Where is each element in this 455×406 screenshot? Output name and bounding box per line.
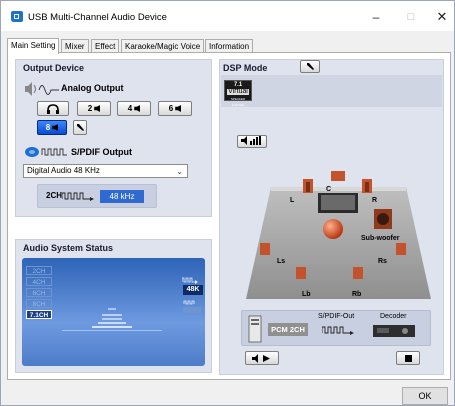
2ch-label: 2 (87, 104, 93, 113)
analog-output-icon (25, 82, 59, 96)
speaker-sub-label: Sub-woofer (361, 235, 400, 242)
app-icon (11, 11, 23, 22)
4ch-button[interactable]: 4 (117, 101, 151, 116)
speaker-icon (94, 105, 101, 112)
wrench-icon (76, 124, 84, 131)
decoder-label: Decoder (380, 313, 407, 320)
spdif-format-value: Digital Audio 48 KHz (27, 166, 100, 175)
freq-value: 48 kHz (100, 190, 144, 203)
2ch-button[interactable]: 2 (77, 101, 111, 116)
speaker-room-diagram (246, 171, 431, 299)
dsp-mode-title: DSP Mode (223, 63, 268, 73)
speaker-rb-label: Rb (352, 291, 362, 298)
sample-rate-badge: 48K (183, 285, 203, 295)
virtual-badge-line3: SPEAKER SHIFTER (230, 97, 246, 107)
mode-8ch: 8CH (26, 299, 52, 308)
decoder-icon (373, 325, 415, 337)
output-device-title: Output Device (23, 63, 85, 73)
spdif-format-select[interactable]: Digital Audio 48 KHz ⌄ (23, 164, 188, 178)
output-chain-display: PCM 2CH S/PDIF-Out Decoder (241, 310, 431, 346)
headphones-icon (47, 104, 59, 114)
4ch-label: 4 (127, 104, 133, 113)
ok-button[interactable]: OK (402, 387, 448, 405)
8ch-label: 8 (45, 123, 51, 132)
analog-output-label: Analog Output (61, 83, 124, 93)
speaker-r-label: R (372, 197, 378, 204)
speaker-ls-label: Ls (277, 258, 286, 265)
speaker-lb-label: Lb (302, 291, 311, 298)
speaker-test-button[interactable] (237, 135, 267, 148)
minimize-button[interactable]: – (364, 8, 388, 26)
app-window: USB Multi-Channel Audio Device – □ ✕ Mai… (0, 0, 455, 406)
digital-signal-icon (62, 192, 94, 201)
wrench-icon (306, 63, 314, 70)
speaker-icon (134, 105, 141, 112)
dsp-mode-bar (221, 75, 442, 107)
stop-icon (404, 355, 412, 362)
dsp-settings-button[interactable] (300, 60, 320, 73)
digital-signal-icon (322, 326, 354, 335)
speaker-l-label: L (290, 197, 295, 204)
speaker-icon (52, 124, 59, 131)
tab-main-setting[interactable]: Main Setting (7, 38, 60, 54)
speaker-settings-button[interactable] (73, 120, 87, 135)
8ch-button[interactable]: 8 (37, 120, 67, 135)
chevron-down-icon: ⌄ (176, 167, 183, 176)
speaker-icon (175, 105, 182, 112)
mode-4ch: 4CH (26, 277, 52, 286)
spdif-output-icon (25, 147, 67, 157)
maximize-button[interactable]: □ (399, 8, 423, 26)
speaker-c-label: C (326, 186, 332, 193)
signal-icon (182, 277, 198, 284)
6ch-button[interactable]: 6 (158, 101, 192, 116)
sample-rate-display: 2CH 48 kHz (37, 184, 157, 208)
mode-6ch: 6CH (26, 288, 52, 297)
virtual-speaker-shifter-button[interactable]: 7.1 Virtual SPEAKER SHIFTER (224, 80, 252, 107)
audio-status-title: Audio System Status (23, 243, 114, 253)
play-test-button[interactable] (245, 351, 279, 365)
virtual-badge-line2: Virtual (227, 88, 249, 95)
stop-button[interactable] (396, 351, 420, 365)
freq-channels: 2CH (46, 191, 63, 200)
mode-2ch: 2CH (26, 266, 52, 275)
speaker-rs-label: Rs (378, 258, 387, 265)
status-display: 2CH 4CH 6CH 8CH 7.1CH 48K (22, 258, 205, 366)
output-signal-icon (183, 300, 201, 313)
title-bar: USB Multi-Channel Audio Device – □ ✕ (1, 1, 454, 31)
spdif-out-label: S/PDIF-Out (318, 313, 355, 320)
tab-karaoke[interactable]: Karaoke/Magic Voice (121, 39, 205, 53)
headphones-button[interactable] (37, 101, 69, 116)
mode-7-1ch: 7.1CH (26, 310, 52, 319)
tab-effect[interactable]: Effect (91, 39, 120, 53)
computer-icon (248, 315, 262, 343)
tab-mixer[interactable]: Mixer (61, 39, 89, 53)
6ch-label: 6 (168, 104, 174, 113)
spdif-output-label: S/PDIF Output (71, 147, 132, 157)
speaker-level-icon (241, 136, 261, 145)
window-title: USB Multi-Channel Audio Device (28, 12, 167, 23)
close-button[interactable]: ✕ (430, 8, 454, 26)
tab-information[interactable]: Information (205, 39, 254, 53)
play-icon (252, 354, 270, 363)
pcm-channel-badge: PCM 2CH (268, 323, 308, 336)
spectrum-graphic (62, 308, 162, 331)
